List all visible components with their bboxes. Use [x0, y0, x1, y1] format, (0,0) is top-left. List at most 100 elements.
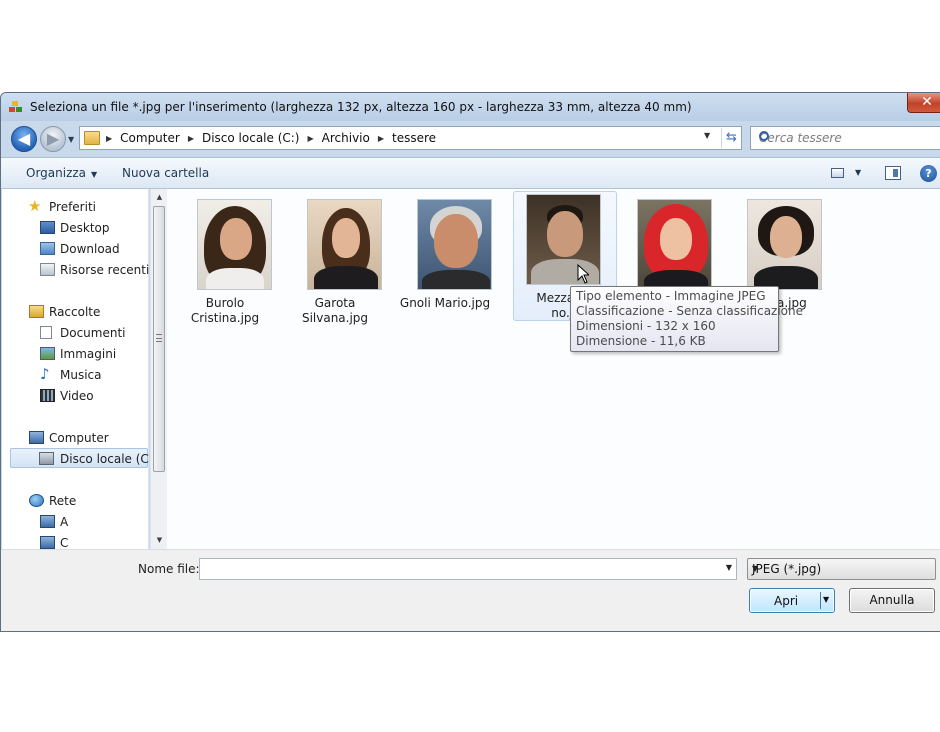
- sidebar-item-label: A: [60, 515, 69, 529]
- file-item-gnoli-mario[interactable]: Gnoli Mario.jpg: [393, 195, 497, 325]
- folder-icon: [84, 131, 100, 145]
- sidebar-item-label: Rete: [49, 494, 77, 508]
- sidebar-item-label: Musica: [60, 368, 102, 382]
- sidebar-item-documenti[interactable]: Documenti: [2, 323, 149, 343]
- chevron-down-icon[interactable]: ▼: [726, 563, 732, 572]
- sidebar-item-desktop[interactable]: Desktop: [2, 218, 149, 238]
- breadcrumb-archivio[interactable]: Archivio: [322, 131, 370, 145]
- music-icon: ♪: [40, 365, 50, 383]
- history-dropdown-icon[interactable]: ▼: [68, 135, 74, 144]
- sidebar-item-label: Documenti: [60, 326, 126, 340]
- drive-icon: [39, 452, 54, 465]
- pictures-icon: [40, 347, 55, 360]
- sidebar-item-label: Immagini: [60, 347, 117, 361]
- sidebar-item-c[interactable]: C: [2, 533, 149, 549]
- breadcrumb: ▶ Computer ▶ Disco locale (C:) ▶ Archivi…: [106, 131, 436, 145]
- help-icon[interactable]: ?: [920, 165, 937, 182]
- file-list: Burolo Cristina.jpg Garota Silvana.jpg G…: [167, 189, 940, 549]
- scroll-down-icon[interactable]: ▼: [151, 532, 168, 549]
- file-item-burolo-cristina[interactable]: Burolo Cristina.jpg: [173, 195, 277, 325]
- recent-places-icon: [40, 263, 55, 276]
- sidebar-item-disco-locale[interactable]: Disco locale (C:): [10, 448, 158, 468]
- sidebar-item-label: Download: [60, 242, 120, 256]
- network-icon: [29, 494, 44, 507]
- file-item-garota-silvana[interactable]: Garota Silvana.jpg: [283, 195, 387, 325]
- tooltip-line: Tipo elemento - Immagine JPEG: [576, 289, 766, 303]
- app-icon: [9, 101, 23, 113]
- sidebar-item-label: C: [60, 536, 69, 549]
- back-button[interactable]: ◀: [11, 126, 37, 152]
- cancel-button[interactable]: Annulla: [849, 588, 935, 613]
- photo-thumbnail: [197, 199, 272, 290]
- view-mode-icon[interactable]: [831, 168, 844, 178]
- new-folder-button[interactable]: Nuova cartella: [122, 166, 209, 180]
- sidebar-item-risorse-recenti[interactable]: Risorse recenti: [2, 260, 149, 280]
- photo-thumbnail: [526, 194, 601, 285]
- scrollbar-thumb[interactable]: [153, 206, 165, 472]
- sidebar-item-label: Disco locale (C:): [60, 452, 158, 466]
- network-computer-icon: [40, 536, 55, 549]
- chevron-right-icon[interactable]: ▶: [308, 134, 314, 143]
- sidebar-item-immagini[interactable]: Immagini: [2, 344, 149, 364]
- file-name-panel: Nome file: ▼ JPEG (*.jpg) ▼ Apri ▼ Annul…: [1, 549, 940, 631]
- libraries-icon: [29, 305, 44, 318]
- chevron-right-icon[interactable]: ▶: [378, 134, 384, 143]
- sidebar-item-label: Preferiti: [49, 200, 96, 214]
- photo-thumbnail: [307, 199, 382, 290]
- sidebar-item-label: Computer: [49, 431, 109, 445]
- window-title: Seleziona un file *.jpg per l'inseriment…: [30, 100, 692, 114]
- computer-icon: [29, 431, 44, 444]
- breadcrumb-tessere[interactable]: tessere: [392, 131, 436, 145]
- address-bar[interactable]: ▶ Computer ▶ Disco locale (C:) ▶ Archivi…: [79, 126, 742, 150]
- sidebar-item-label: Video: [60, 389, 94, 403]
- close-button[interactable]: ✕: [907, 93, 940, 113]
- sidebar-item-raccolte[interactable]: Raccolte: [2, 302, 149, 322]
- download-icon: [40, 242, 55, 255]
- organize-label: Organizza: [26, 166, 87, 180]
- grip-icon: [156, 334, 162, 342]
- sidebar-item-preferiti[interactable]: ★ Preferiti: [2, 197, 149, 217]
- refresh-icon[interactable]: ⇆: [721, 128, 741, 148]
- tooltip-line: Classificazione - Senza classificazione: [576, 304, 804, 318]
- chevron-right-icon[interactable]: ▶: [106, 134, 112, 143]
- forward-button[interactable]: ▶: [40, 126, 66, 152]
- search-placeholder: Cerca tessere: [759, 131, 842, 145]
- file-name: Garota Silvana.jpg: [301, 296, 369, 325]
- sidebar-item-video[interactable]: Video: [2, 386, 149, 406]
- search-icon[interactable]: [759, 131, 769, 141]
- navigation-scrollbar[interactable]: ▲ ▼: [150, 189, 167, 549]
- tooltip-line: Dimensione - 11,6 KB: [576, 334, 706, 348]
- breadcrumb-disco-locale[interactable]: Disco locale (C:): [202, 131, 300, 145]
- organize-button[interactable]: Organizza ▼: [26, 166, 97, 180]
- star-icon: ★: [28, 197, 42, 215]
- address-dropdown-icon[interactable]: ▼: [704, 131, 710, 140]
- sidebar-item-label: Raccolte: [49, 305, 101, 319]
- breadcrumb-computer[interactable]: Computer: [120, 131, 180, 145]
- filename-label: Nome file:: [138, 562, 200, 576]
- file-name: Burolo Cristina.jpg: [190, 296, 260, 325]
- network-computer-icon: [40, 515, 55, 528]
- sidebar-item-rete[interactable]: Rete: [2, 491, 149, 511]
- search-input[interactable]: Cerca tessere: [750, 126, 940, 150]
- filename-input[interactable]: ▼: [199, 558, 737, 580]
- title-bar[interactable]: Seleziona un file *.jpg per l'inseriment…: [1, 93, 940, 121]
- sidebar-item-computer[interactable]: Computer: [2, 428, 149, 448]
- mouse-cursor-icon: [577, 264, 589, 284]
- view-options-dropdown-icon[interactable]: ▼: [855, 168, 861, 177]
- open-button[interactable]: Apri ▼: [749, 588, 835, 613]
- photo-thumbnail: [417, 199, 492, 290]
- open-options-dropdown-icon[interactable]: ▼: [823, 595, 829, 604]
- sidebar-item-label: Desktop: [60, 221, 110, 235]
- preview-pane-icon[interactable]: [885, 166, 901, 180]
- chevron-right-icon[interactable]: ▶: [188, 134, 194, 143]
- file-open-dialog: Seleziona un file *.jpg per l'inseriment…: [0, 92, 940, 632]
- sidebar-item-download[interactable]: Download: [2, 239, 149, 259]
- chevron-down-icon: ▼: [752, 564, 759, 573]
- photo-thumbnail: [747, 199, 822, 290]
- scroll-up-icon[interactable]: ▲: [151, 189, 168, 206]
- open-button-label: Apri: [774, 594, 799, 608]
- filetype-select[interactable]: JPEG (*.jpg) ▼: [747, 558, 936, 580]
- sidebar-item-a[interactable]: A: [2, 512, 149, 532]
- sidebar-item-musica[interactable]: ♪ Musica: [2, 365, 149, 385]
- file-name: Gnoli Mario.jpg: [399, 296, 491, 310]
